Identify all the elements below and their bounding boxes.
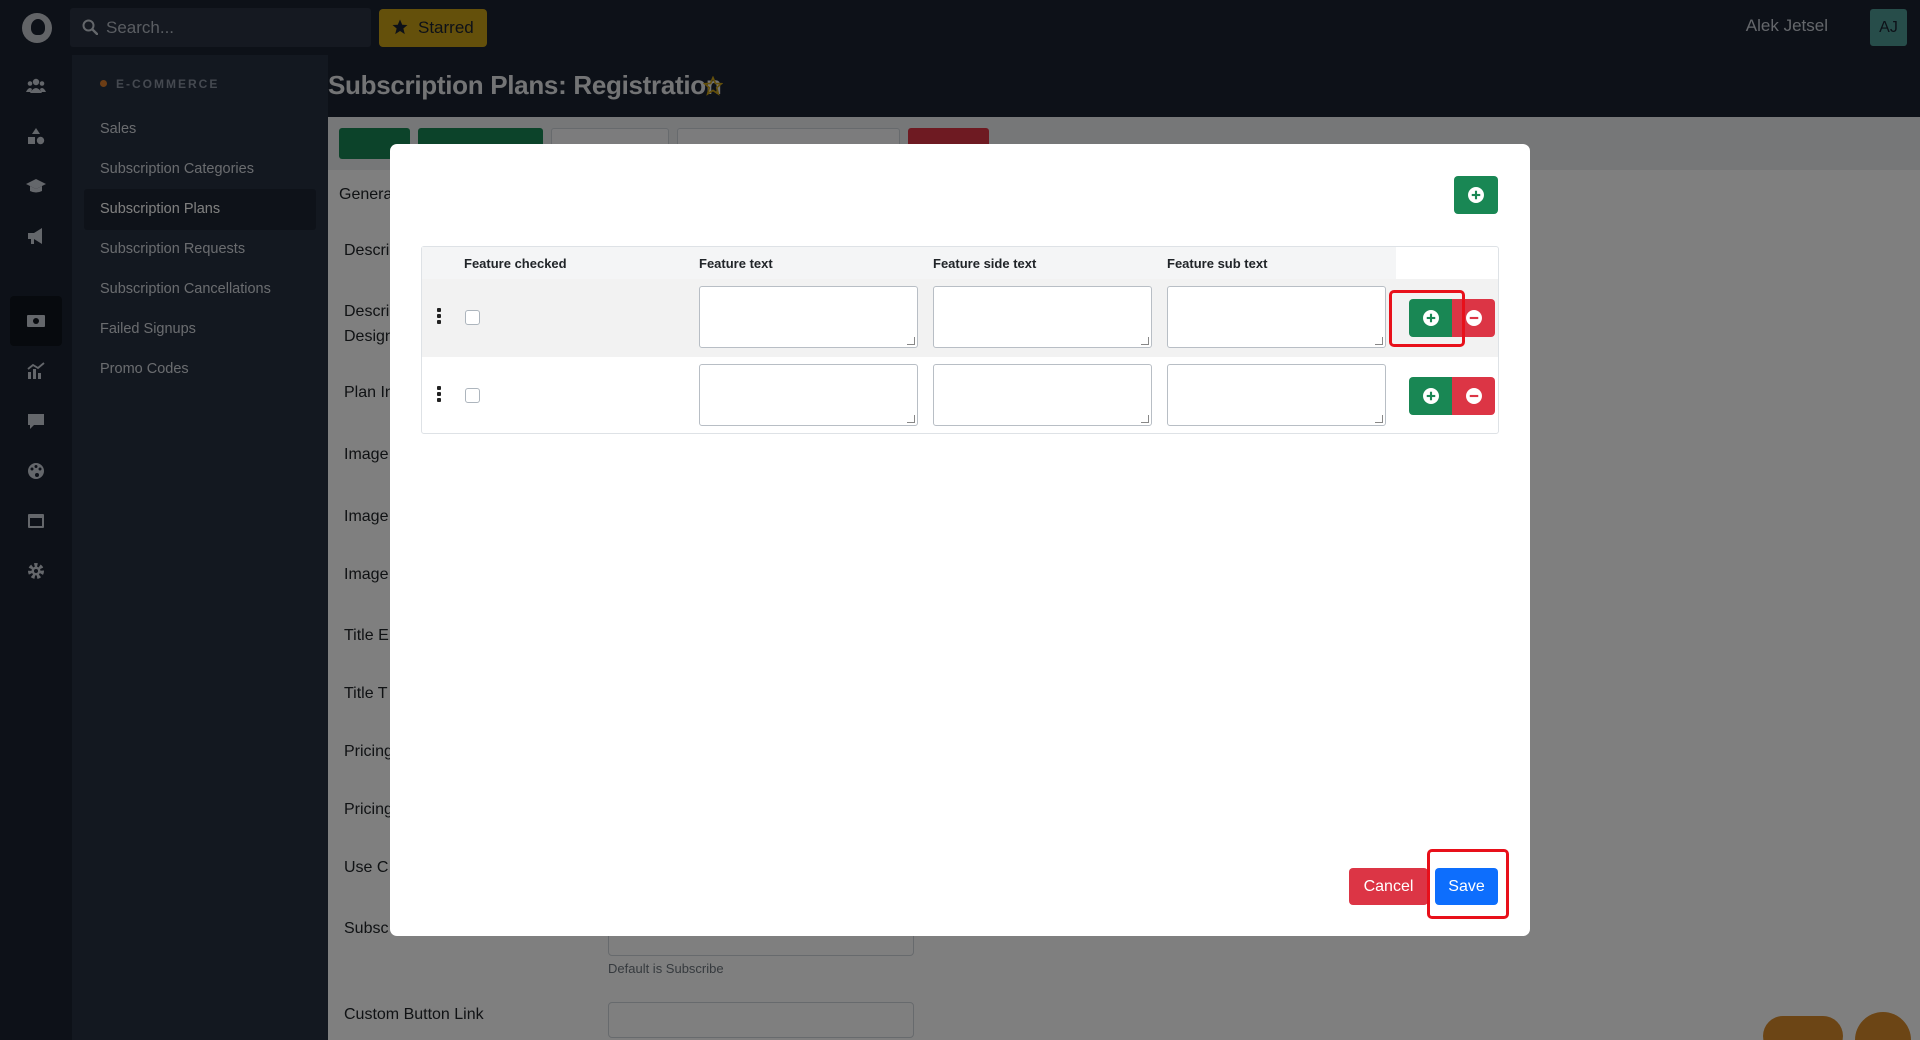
feature-sub-text-input[interactable] (1167, 286, 1386, 348)
features-modal: Feature checked Feature text Feature sid… (390, 144, 1530, 936)
drag-handle-icon[interactable] (437, 386, 441, 402)
column-header: Feature sub text (1167, 256, 1268, 271)
row-add-button[interactable] (1409, 377, 1452, 415)
feature-checked-checkbox[interactable] (465, 388, 480, 403)
cancel-button[interactable]: Cancel (1349, 868, 1428, 905)
feature-sub-text-input[interactable] (1167, 364, 1386, 426)
column-header: Feature side text (933, 256, 1037, 271)
highlight-box-save (1427, 849, 1509, 919)
highlight-box-add (1389, 290, 1465, 347)
minus-circle-icon (1465, 310, 1482, 326)
drag-handle-icon[interactable] (437, 308, 441, 324)
plus-circle-icon (1422, 388, 1439, 404)
table-row (422, 279, 1498, 357)
minus-circle-icon (1465, 388, 1482, 404)
feature-side-text-input[interactable] (933, 364, 1152, 426)
add-row-button[interactable] (1454, 176, 1498, 214)
feature-text-input[interactable] (699, 286, 918, 348)
feature-text-input[interactable] (699, 364, 918, 426)
features-table: Feature checked Feature text Feature sid… (421, 246, 1499, 434)
plus-circle-icon (1468, 187, 1484, 203)
feature-checked-checkbox[interactable] (465, 310, 480, 325)
table-row (422, 357, 1498, 435)
feature-side-text-input[interactable] (933, 286, 1152, 348)
row-remove-button[interactable] (1452, 377, 1495, 415)
column-header: Feature text (699, 256, 773, 271)
column-header: Feature checked (464, 256, 567, 271)
